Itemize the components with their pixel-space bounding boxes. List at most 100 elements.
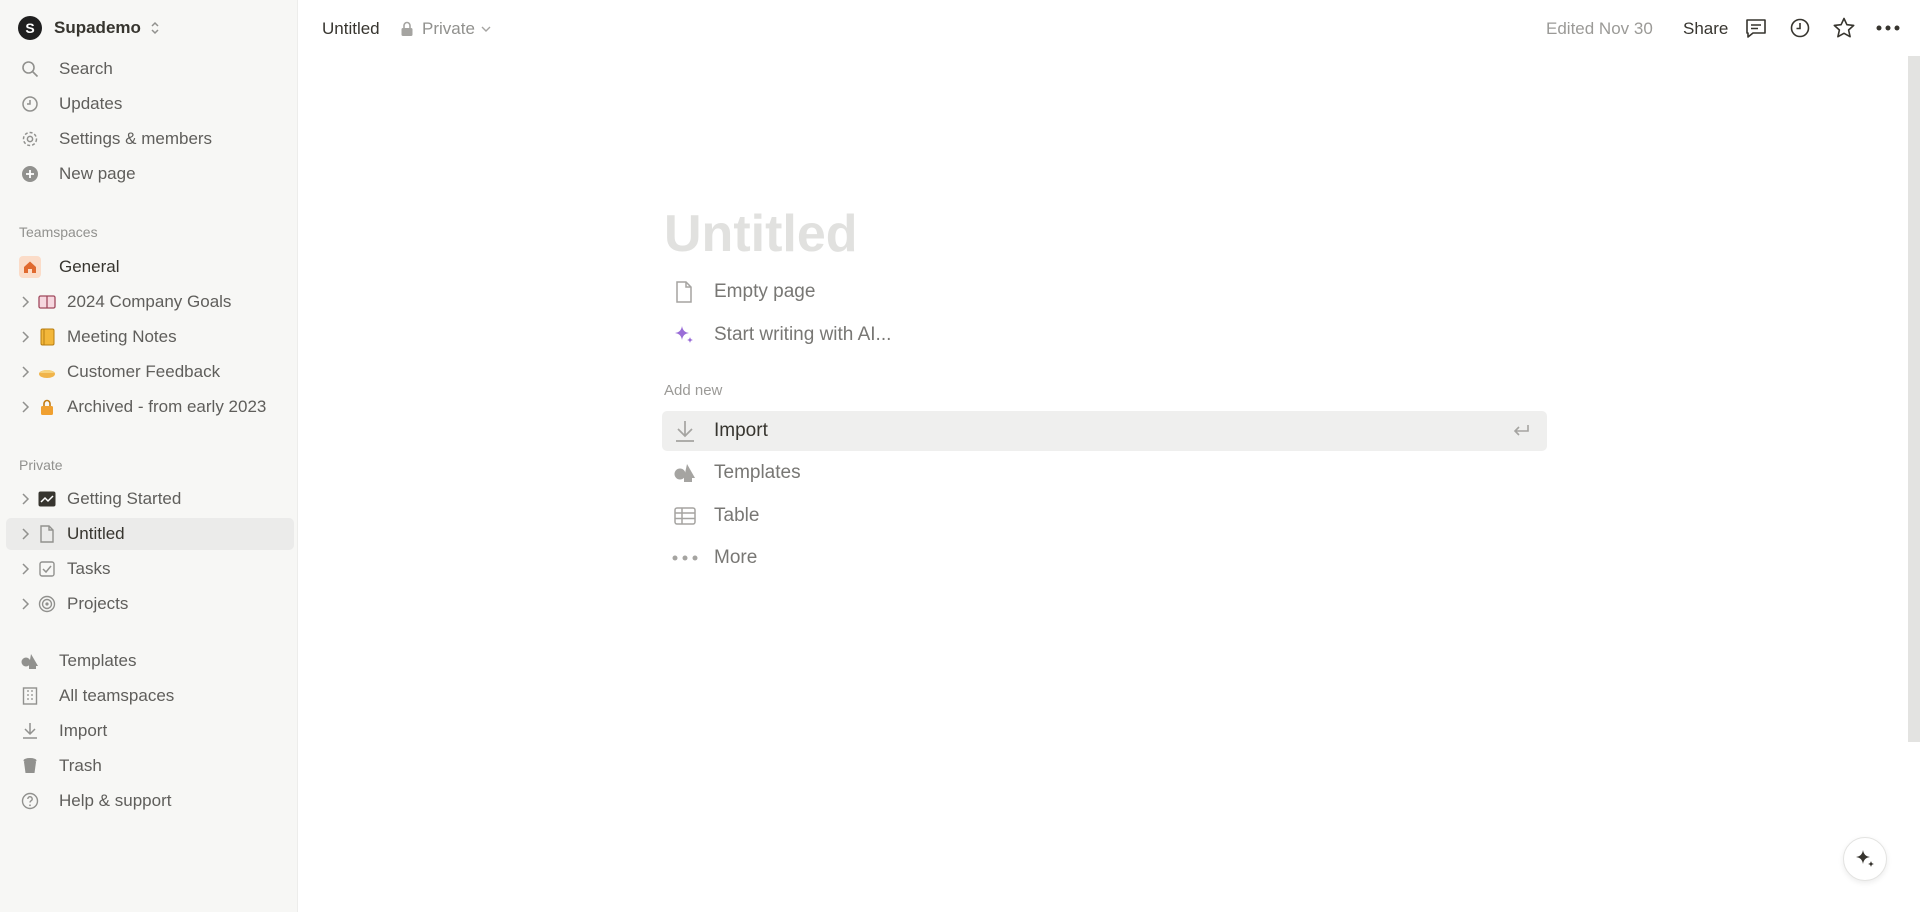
sidebar-item-label: Untitled (67, 524, 125, 543)
privacy-label: Private (422, 19, 475, 38)
private-heading: Private (19, 457, 63, 473)
sparkle-icon (672, 323, 696, 347)
book-icon (37, 292, 57, 312)
add-new-heading: Add new (664, 382, 723, 399)
workspace-name: Supademo (54, 18, 141, 37)
favorite-star-icon[interactable] (1832, 16, 1856, 40)
sidebar-item-projects[interactable]: Projects (6, 588, 294, 620)
checkbox-icon (37, 559, 57, 579)
target-icon (37, 594, 57, 614)
sidebar-item-help[interactable]: Help & support (6, 785, 294, 817)
sidebar-item-settings[interactable]: Settings & members (6, 123, 294, 155)
add-new-import[interactable]: Import (662, 411, 1547, 451)
page-icon (37, 524, 57, 544)
pie-icon (37, 362, 57, 382)
edited-timestamp: Edited Nov 30 (1546, 19, 1653, 38)
empty-page-option[interactable]: Empty page (664, 275, 1064, 309)
sidebar-item-updates[interactable]: Updates (6, 88, 294, 120)
more-icon (672, 545, 698, 571)
trash-icon (19, 755, 41, 777)
table-icon (672, 503, 698, 529)
sidebar-item-label: Search (59, 59, 113, 78)
start-writing-ai-option[interactable]: Start writing with AI... (664, 318, 1064, 352)
sidebar-item-label: Meeting Notes (67, 327, 177, 346)
sidebar-item-label: Updates (59, 94, 123, 113)
sidebar-item-label: General (59, 257, 120, 276)
teamspaces-heading: Teamspaces (19, 224, 98, 240)
sidebar-item-meeting-notes[interactable]: Meeting Notes (6, 321, 294, 353)
sidebar-item-customer-feedback[interactable]: Customer Feedback (6, 356, 294, 388)
chevron-right-icon[interactable] (19, 528, 31, 540)
sidebar-item-all-teamspaces[interactable]: All teamspaces (6, 680, 294, 712)
sidebar-item-untitled[interactable]: Untitled (6, 518, 294, 550)
sidebar-item-label: Archived - from early 2023 (67, 397, 267, 416)
search-icon (19, 58, 41, 80)
sidebar-item-label: All teamspaces (59, 686, 175, 705)
share-button[interactable]: Share (1683, 19, 1728, 39)
sidebar-item-label: Getting Started (67, 489, 182, 508)
chevron-right-icon[interactable] (19, 493, 31, 505)
chevron-right-icon[interactable] (19, 598, 31, 610)
chevron-down-icon (481, 26, 491, 32)
workspace-switcher[interactable]: S Supademo (18, 16, 161, 40)
sidebar-item-label: Customer Feedback (67, 362, 221, 381)
lock-icon (37, 397, 57, 417)
option-label: Empty page (714, 281, 816, 302)
ai-assistant-button[interactable] (1843, 837, 1887, 881)
clock-icon (19, 93, 41, 115)
chevron-right-icon[interactable] (19, 563, 31, 575)
menu-item-label: More (714, 547, 758, 568)
sidebar-item-label: Projects (67, 594, 129, 613)
sidebar-item-general[interactable]: General (6, 251, 294, 283)
notebook-icon (37, 327, 57, 347)
option-label: Start writing with AI... (714, 324, 892, 345)
history-icon[interactable] (1788, 16, 1812, 40)
chart-icon (37, 489, 57, 509)
enter-key-icon (1513, 425, 1529, 436)
comments-icon[interactable] (1744, 16, 1768, 40)
more-options-icon[interactable] (1876, 16, 1900, 40)
sparkle-icon (1856, 850, 1874, 867)
sidebar-item-label: Trash (59, 756, 102, 775)
import-icon (19, 720, 41, 742)
chevron-right-icon[interactable] (19, 331, 31, 343)
plus-circle-icon (19, 163, 41, 185)
sidebar-item-label: 2024 Company Goals (67, 292, 232, 311)
workspace-logo: S (18, 16, 42, 40)
sidebar-item-tasks[interactable]: Tasks (6, 553, 294, 585)
sidebar: S Supademo Search Updates Settings & mem… (0, 0, 298, 912)
sidebar-item-label: Tasks (67, 559, 111, 578)
sidebar-item-templates[interactable]: Templates (6, 645, 294, 677)
add-new-more[interactable]: More (662, 538, 1547, 578)
menu-item-label: Import (714, 420, 768, 441)
lock-icon (401, 21, 413, 36)
sidebar-item-archived[interactable]: Archived - from early 2023 (6, 391, 294, 423)
sidebar-item-company-goals[interactable]: 2024 Company Goals (6, 286, 294, 318)
import-icon (672, 418, 698, 444)
chevron-right-icon[interactable] (19, 296, 31, 308)
add-new-templates[interactable]: Templates (662, 453, 1547, 493)
breadcrumb-page-title[interactable]: Untitled (322, 19, 380, 39)
add-new-table[interactable]: Table (662, 496, 1547, 536)
sidebar-item-label: Help & support (59, 791, 172, 810)
sidebar-item-import[interactable]: Import (6, 715, 294, 747)
chevron-right-icon[interactable] (19, 401, 31, 413)
sidebar-item-trash[interactable]: Trash (6, 750, 294, 782)
privacy-dropdown[interactable]: Private (400, 18, 491, 40)
menu-item-label: Templates (714, 462, 801, 483)
sidebar-item-label: Settings & members (59, 129, 213, 148)
sidebar-item-getting-started[interactable]: Getting Started (6, 483, 294, 515)
sidebar-item-search[interactable]: Search (6, 53, 294, 85)
sidebar-item-new-page[interactable]: New page (6, 158, 294, 190)
sidebar-item-label: Templates (59, 651, 137, 670)
chevron-right-icon[interactable] (19, 366, 31, 378)
gear-icon (19, 128, 41, 150)
page-title-placeholder[interactable]: Untitled (664, 204, 858, 264)
sidebar-item-label: New page (59, 164, 136, 183)
chevron-updown-icon (151, 21, 159, 35)
page-icon (672, 280, 696, 304)
scrollbar[interactable] (1908, 56, 1920, 742)
menu-item-label: Table (714, 505, 760, 526)
home-icon (19, 256, 41, 278)
sidebar-item-label: Import (59, 721, 108, 740)
